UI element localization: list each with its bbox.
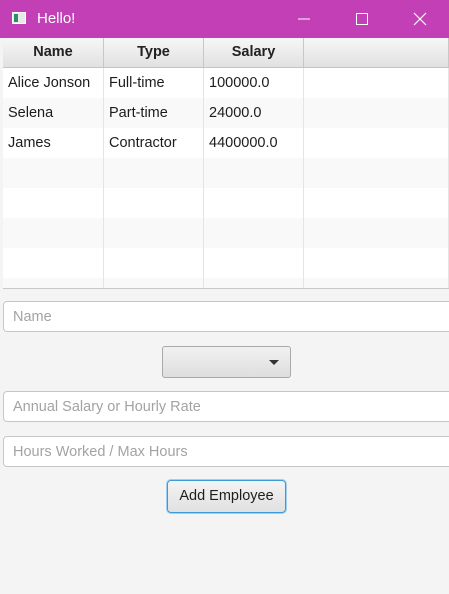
app-window-icon [12, 12, 26, 24]
cell-empty [3, 278, 104, 288]
cell-empty [3, 218, 104, 248]
employee-table[interactable]: Name Type Salary Alice Jonson Full-time … [3, 38, 449, 289]
cell-type: Part-time [104, 98, 204, 128]
empty-table-row [3, 158, 449, 188]
cell-name: James [3, 128, 104, 158]
window-title: Hello! [37, 10, 76, 27]
cell-type: Contractor [104, 128, 204, 158]
chevron-down-icon [269, 360, 279, 365]
close-button[interactable] [397, 0, 443, 38]
name-input[interactable] [3, 301, 449, 332]
cell-name: Alice Jonson [3, 68, 104, 98]
cell-empty [204, 158, 304, 188]
table-row[interactable]: Alice Jonson Full-time 100000.0 [3, 68, 449, 98]
salary-input[interactable] [3, 391, 449, 422]
minimize-icon [298, 18, 310, 20]
maximize-icon [356, 13, 368, 25]
hours-input[interactable] [3, 436, 449, 467]
cell-empty [104, 248, 204, 278]
column-header-name[interactable]: Name [3, 38, 104, 67]
app-window: Hello! Name Type Salary Alice Jonson Ful… [0, 0, 449, 594]
column-header-filler [304, 38, 449, 67]
cell-empty [104, 158, 204, 188]
minimize-button[interactable] [281, 0, 327, 38]
employee-type-combobox[interactable] [162, 346, 291, 378]
title-bar[interactable]: Hello! [0, 0, 449, 38]
cell-empty [204, 218, 304, 248]
cell-empty [304, 188, 449, 218]
cell-empty [304, 248, 449, 278]
cell-empty [304, 158, 449, 188]
cell-empty [3, 158, 104, 188]
add-employee-button[interactable]: Add Employee [167, 480, 286, 513]
maximize-button[interactable] [339, 0, 385, 38]
cell-salary: 24000.0 [204, 98, 304, 128]
cell-empty [104, 188, 204, 218]
cell-empty [304, 68, 449, 98]
cell-empty [204, 248, 304, 278]
cell-empty [204, 278, 304, 288]
cell-empty [304, 98, 449, 128]
cell-salary: 100000.0 [204, 68, 304, 98]
table-row[interactable]: Selena Part-time 24000.0 [3, 98, 449, 128]
cell-empty [3, 188, 104, 218]
column-header-salary[interactable]: Salary [204, 38, 304, 67]
cell-empty [104, 218, 204, 248]
cell-empty [3, 248, 104, 278]
empty-table-row [3, 188, 449, 218]
close-icon [413, 12, 427, 26]
cell-empty [304, 278, 449, 288]
cell-empty [304, 218, 449, 248]
empty-table-row [3, 248, 449, 278]
table-header: Name Type Salary [3, 38, 449, 68]
column-header-type[interactable]: Type [104, 38, 204, 67]
cell-empty [304, 128, 449, 158]
cell-type: Full-time [104, 68, 204, 98]
empty-table-row [3, 218, 449, 248]
cell-empty [104, 278, 204, 288]
cell-empty [204, 188, 304, 218]
table-row[interactable]: James Contractor 4400000.0 [3, 128, 449, 158]
cell-name: Selena [3, 98, 104, 128]
cell-salary: 4400000.0 [204, 128, 304, 158]
empty-table-row [3, 278, 449, 288]
